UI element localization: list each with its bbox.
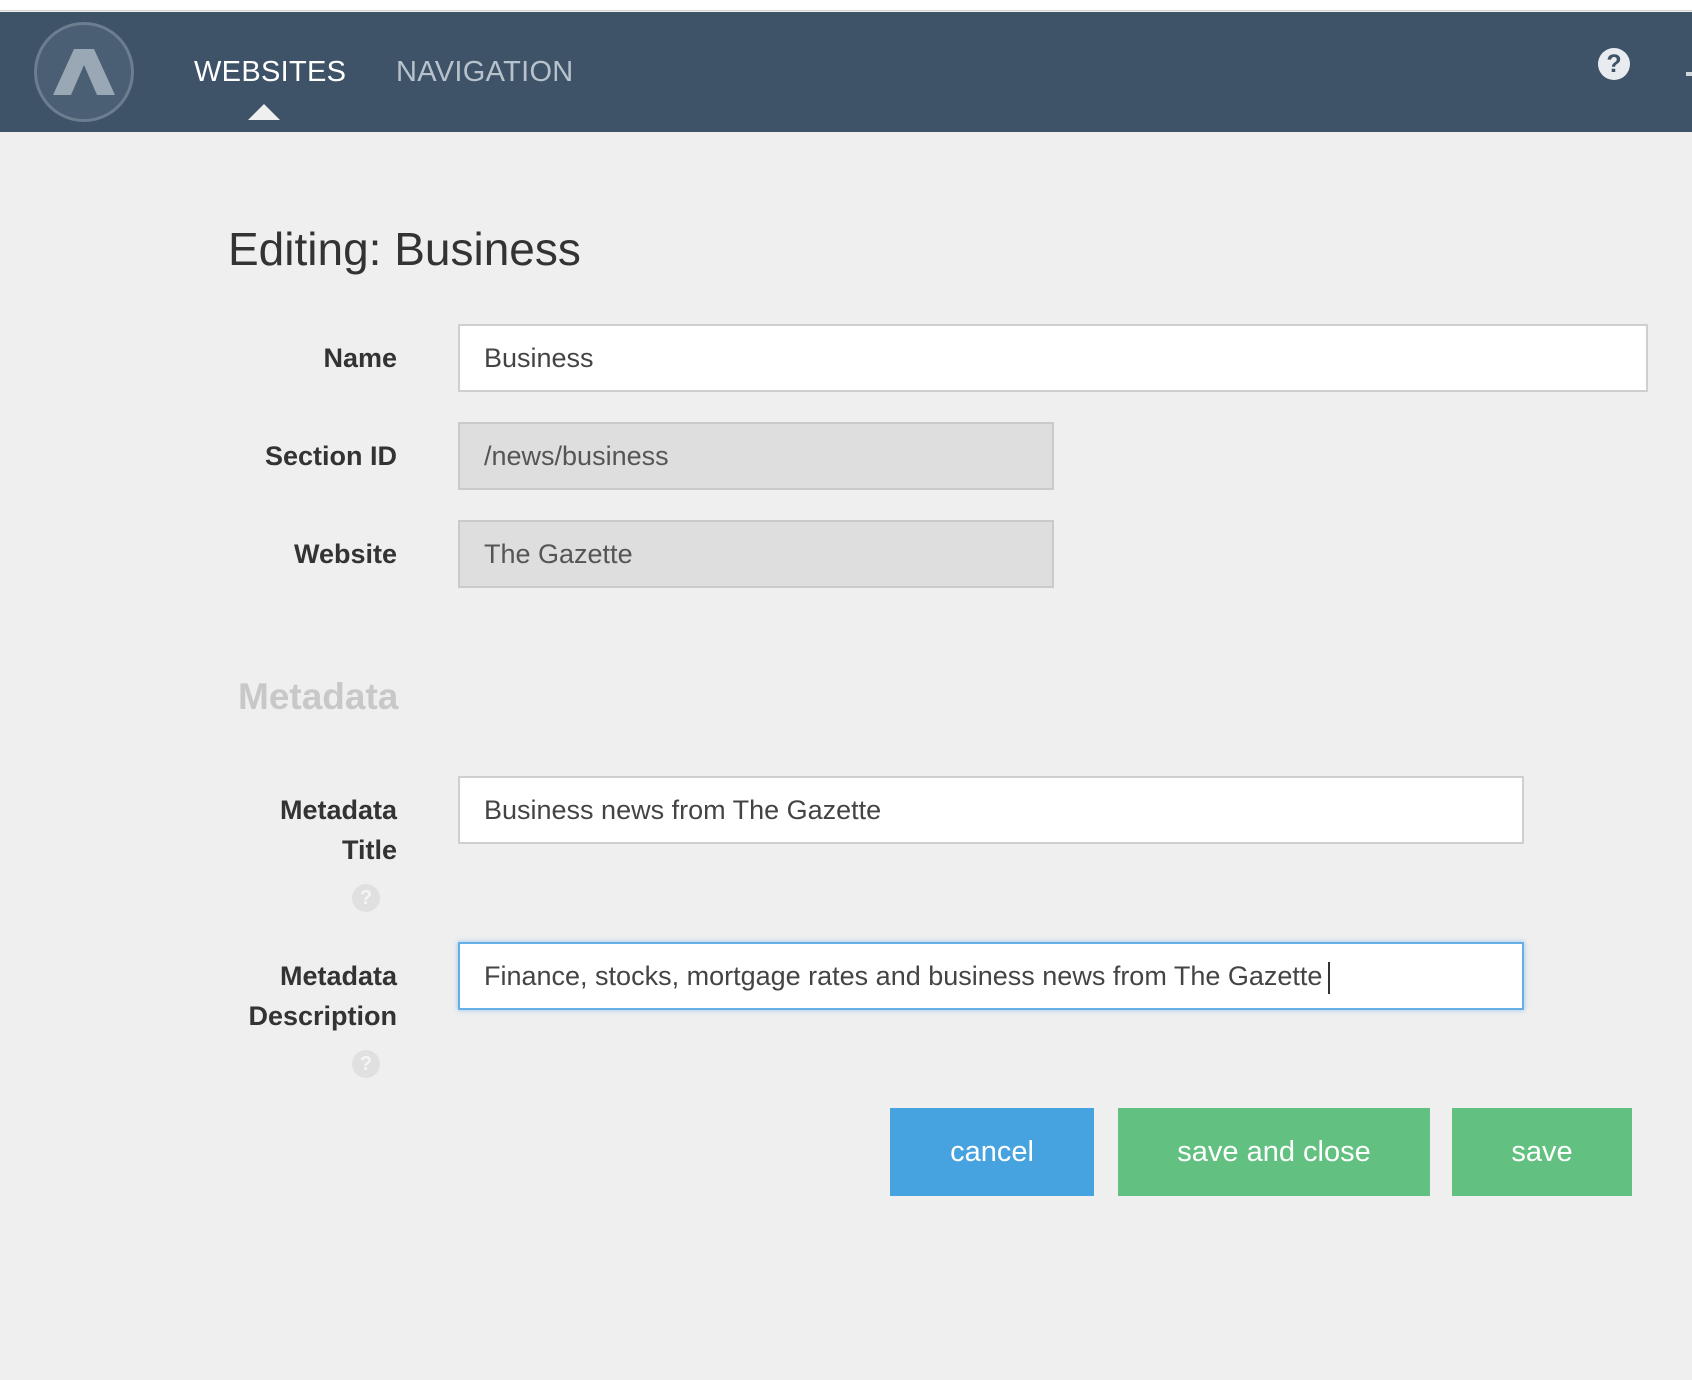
metadata-section-heading: Metadata (238, 676, 399, 717)
question-circle-icon[interactable]: ? (1598, 48, 1630, 80)
navbar-overflow-edge (1686, 72, 1692, 76)
save-button[interactable]: save (1452, 1108, 1632, 1196)
a-logo-glyph (53, 49, 115, 95)
tab-navigation[interactable]: NAVIGATION (396, 56, 574, 89)
metadata-description-label-line2: Description (248, 1001, 397, 1031)
save-and-close-button[interactable]: save and close (1118, 1108, 1430, 1196)
window-top-edge (0, 0, 1692, 11)
website-field (458, 520, 1054, 588)
name-label: Name (323, 343, 397, 373)
metadata-description-value: Finance, stocks, mortgage rates and busi… (484, 961, 1323, 991)
metadata-title-label-line2: Title (341, 835, 397, 865)
website-label: Website (293, 539, 397, 569)
metadata-description-label-line1: Metadata (279, 961, 397, 991)
cancel-button[interactable]: cancel (890, 1108, 1094, 1196)
a-logo-icon[interactable] (34, 22, 134, 122)
metadata-title-input[interactable] (458, 776, 1524, 844)
active-tab-caret (248, 104, 280, 120)
metadata-title-label-line1: Metadata (279, 795, 397, 825)
section-id-field (458, 422, 1054, 490)
metadata-title-help-icon[interactable]: ? (352, 884, 380, 912)
metadata-description-input[interactable]: Finance, stocks, mortgage rates and busi… (458, 942, 1524, 1010)
page-title: Editing: Business (228, 223, 581, 275)
name-input[interactable] (458, 324, 1648, 392)
metadata-description-help-icon[interactable]: ? (352, 1050, 380, 1078)
tab-websites[interactable]: WEBSITES (194, 56, 346, 89)
section-id-label: Section ID (264, 441, 397, 471)
text-cursor (1328, 961, 1331, 994)
